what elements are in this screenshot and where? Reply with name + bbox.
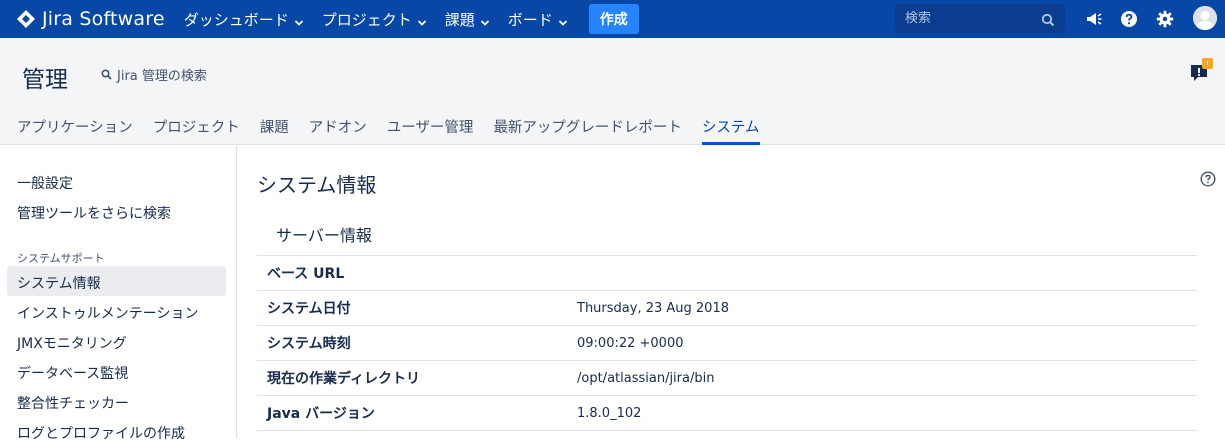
table-row: ベース URL bbox=[257, 255, 1197, 291]
sidebar-item-logging-profiling[interactable]: ログとプロファイルの作成 bbox=[17, 423, 185, 443]
help-icon[interactable] bbox=[1119, 9, 1139, 29]
search-icon bbox=[101, 69, 112, 80]
row-value: /opt/atlassian/jira/bin bbox=[577, 370, 715, 386]
tab-upgrade-report[interactable]: 最新アップグレードレポート bbox=[493, 116, 682, 145]
sidebar-item-jmx-monitoring[interactable]: JMXモニタリング bbox=[17, 333, 127, 353]
row-key: システム日付 bbox=[267, 301, 351, 317]
tab-projects[interactable]: プロジェクト bbox=[153, 116, 240, 145]
row-key: システム時刻 bbox=[267, 336, 351, 352]
chevron-down-icon bbox=[294, 14, 304, 26]
chevron-down-icon bbox=[558, 14, 568, 26]
nav-label: ダッシュボード bbox=[183, 10, 289, 29]
admin-search-link[interactable]: Jira 管理の検索 bbox=[101, 65, 207, 84]
create-button[interactable]: 作成 bbox=[588, 4, 639, 34]
page-title: 管理 bbox=[22, 67, 68, 93]
feedback-badge: ! bbox=[1206, 60, 1209, 69]
nav-dashboards[interactable]: ダッシュボード bbox=[175, 0, 313, 38]
table-row: システム時刻 09:00:22 +0000 bbox=[257, 325, 1197, 361]
feedback-icon[interactable]: ! bbox=[1190, 58, 1214, 82]
nav-label: ボード bbox=[507, 10, 553, 29]
chevron-down-icon bbox=[417, 14, 427, 26]
settings-icon[interactable] bbox=[1155, 9, 1175, 29]
row-value: 1.8.0_102 bbox=[577, 405, 642, 421]
row-key: ベース URL bbox=[267, 266, 345, 282]
table-row: 現在の作業ディレクトリ /opt/atlassian/jira/bin bbox=[257, 360, 1197, 396]
nav-label: 課題 bbox=[444, 10, 475, 29]
tab-system[interactable]: システム bbox=[701, 116, 760, 145]
announcement-icon[interactable] bbox=[1084, 9, 1104, 29]
sidebar-item-integrity-checker[interactable]: 整合性チェッカー bbox=[17, 393, 129, 413]
primary-nav: ダッシュボード プロジェクト 課題 ボード 作成 bbox=[175, 0, 639, 38]
row-value: 09:00:22 +0000 bbox=[577, 335, 684, 351]
nav-projects[interactable]: プロジェクト bbox=[313, 0, 436, 38]
tab-addons[interactable]: アドオン bbox=[309, 116, 367, 145]
row-value bbox=[577, 256, 1197, 291]
row-key: Java バージョン bbox=[267, 406, 375, 422]
sidebar-item-find-more-admin-tools[interactable]: 管理ツールをさらに検索 bbox=[17, 203, 171, 223]
row-key: 現在の作業ディレクトリ bbox=[267, 371, 421, 387]
global-search bbox=[895, 4, 1065, 33]
sidebar-section-heading: システムサポート bbox=[17, 252, 105, 265]
table-row: Java バージョン 1.8.0_102 bbox=[257, 395, 1197, 431]
main-content: システム情報 サーバー情報 ベース URL システム日付 Thursday, 2… bbox=[257, 146, 1225, 438]
search-input[interactable] bbox=[905, 11, 1033, 26]
tab-issues[interactable]: 課題 bbox=[260, 116, 289, 145]
search-icon[interactable] bbox=[1041, 12, 1055, 27]
help-icon[interactable] bbox=[1200, 171, 1216, 187]
nav-issues[interactable]: 課題 bbox=[436, 0, 499, 38]
tab-applications[interactable]: アプリケーション bbox=[17, 116, 133, 145]
sidebar-item-system-info[interactable]: システム情報 bbox=[17, 273, 101, 293]
system-info-title: システム情報 bbox=[257, 173, 377, 197]
jira-logo[interactable]: Jira Software bbox=[16, 0, 165, 38]
jira-logo-icon bbox=[16, 9, 36, 29]
sidebar-item-instrumentation[interactable]: インストゥルメンテーション bbox=[17, 303, 198, 323]
admin-tabs: アプリケーション プロジェクト 課題 アドオン ユーザー管理 最新アップグレード… bbox=[17, 116, 780, 145]
admin-search-label: Jira 管理の検索 bbox=[117, 69, 207, 84]
chevron-down-icon bbox=[480, 14, 490, 26]
server-info-heading: サーバー情報 bbox=[276, 226, 372, 245]
admin-header: 管理 Jira 管理の検索 ! アプリケーション プロジェクト 課題 アドオン … bbox=[0, 38, 1225, 145]
row-value: Thursday, 23 Aug 2018 bbox=[577, 300, 729, 316]
nav-boards[interactable]: ボード bbox=[499, 0, 577, 38]
logo-text: Jira Software bbox=[42, 8, 165, 30]
admin-sidebar: 一般設定 管理ツールをさらに検索 システムサポート システム情報 インストゥルメ… bbox=[0, 146, 237, 442]
avatar[interactable] bbox=[1193, 6, 1217, 30]
top-navigation-bar: Jira Software ダッシュボード プロジェクト 課題 ボード 作成 bbox=[0, 0, 1225, 38]
sidebar-item-database-monitoring[interactable]: データベース監視 bbox=[17, 363, 128, 383]
server-info-table: ベース URL システム日付 Thursday, 23 Aug 2018 システ… bbox=[257, 255, 1197, 431]
nav-label: プロジェクト bbox=[321, 10, 412, 29]
tab-user-management[interactable]: ユーザー管理 bbox=[387, 116, 474, 145]
sidebar-item-general-settings[interactable]: 一般設定 bbox=[17, 173, 73, 193]
table-row: システム日付 Thursday, 23 Aug 2018 bbox=[257, 290, 1197, 326]
